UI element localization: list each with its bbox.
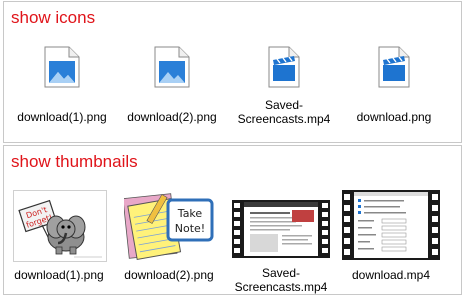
thumbnail-dont-forget-elephant: Don't forget! xyxy=(13,190,107,262)
bubble-text-note: Note! xyxy=(175,222,205,235)
thumbnail-video-frame-settings xyxy=(342,190,440,260)
image-file-icon xyxy=(44,46,80,88)
thumbnail-take-note-notepad: Take Note! xyxy=(124,190,214,260)
thumbnail-video-frame-webpage xyxy=(232,200,330,258)
thumbnails-section-panel: show thumbnails Don't forget! download(1… xyxy=(3,145,462,295)
file-item-download-png-video[interactable]: download.png xyxy=(339,46,449,136)
file-label: download.mp4 xyxy=(351,268,431,282)
file-label: download.png xyxy=(356,110,432,124)
file-label: Saved- Screencasts.mp4 xyxy=(237,98,331,126)
section-title-show-thumbnails: show thumbnails xyxy=(11,152,138,171)
bubble-text-take: Take xyxy=(177,207,203,220)
file-item-saved-screencasts-mp4[interactable]: Saved- Screencasts.mp4 xyxy=(229,46,339,136)
file-label: Saved- Screencasts.mp4 xyxy=(234,266,328,294)
file-item-download-mp4-thumb[interactable]: download.mp4 xyxy=(336,188,446,292)
file-label: download(2).png xyxy=(127,110,217,124)
video-file-icon xyxy=(268,46,300,88)
section-title-show-icons: show icons xyxy=(11,8,96,27)
file-item-download-2-png[interactable]: download(2).png xyxy=(117,46,227,136)
file-item-download-1-png[interactable]: download(1).png xyxy=(7,46,117,136)
video-file-icon xyxy=(378,46,410,88)
file-label: download(1).png xyxy=(17,110,107,124)
file-label: download(2).png xyxy=(124,268,214,282)
file-item-download-1-png-thumb[interactable]: Don't forget! download(1).png xyxy=(4,188,114,292)
file-item-download-2-png-thumb[interactable]: Take Note! download(2).png xyxy=(114,188,224,292)
file-item-saved-screencasts-mp4-thumb[interactable]: Saved- Screencasts.mp4 xyxy=(226,188,336,294)
image-file-icon xyxy=(154,46,190,88)
file-label: download(1).png xyxy=(14,268,104,282)
icons-section-panel: show icons download(1).png download(2).p… xyxy=(3,1,462,143)
